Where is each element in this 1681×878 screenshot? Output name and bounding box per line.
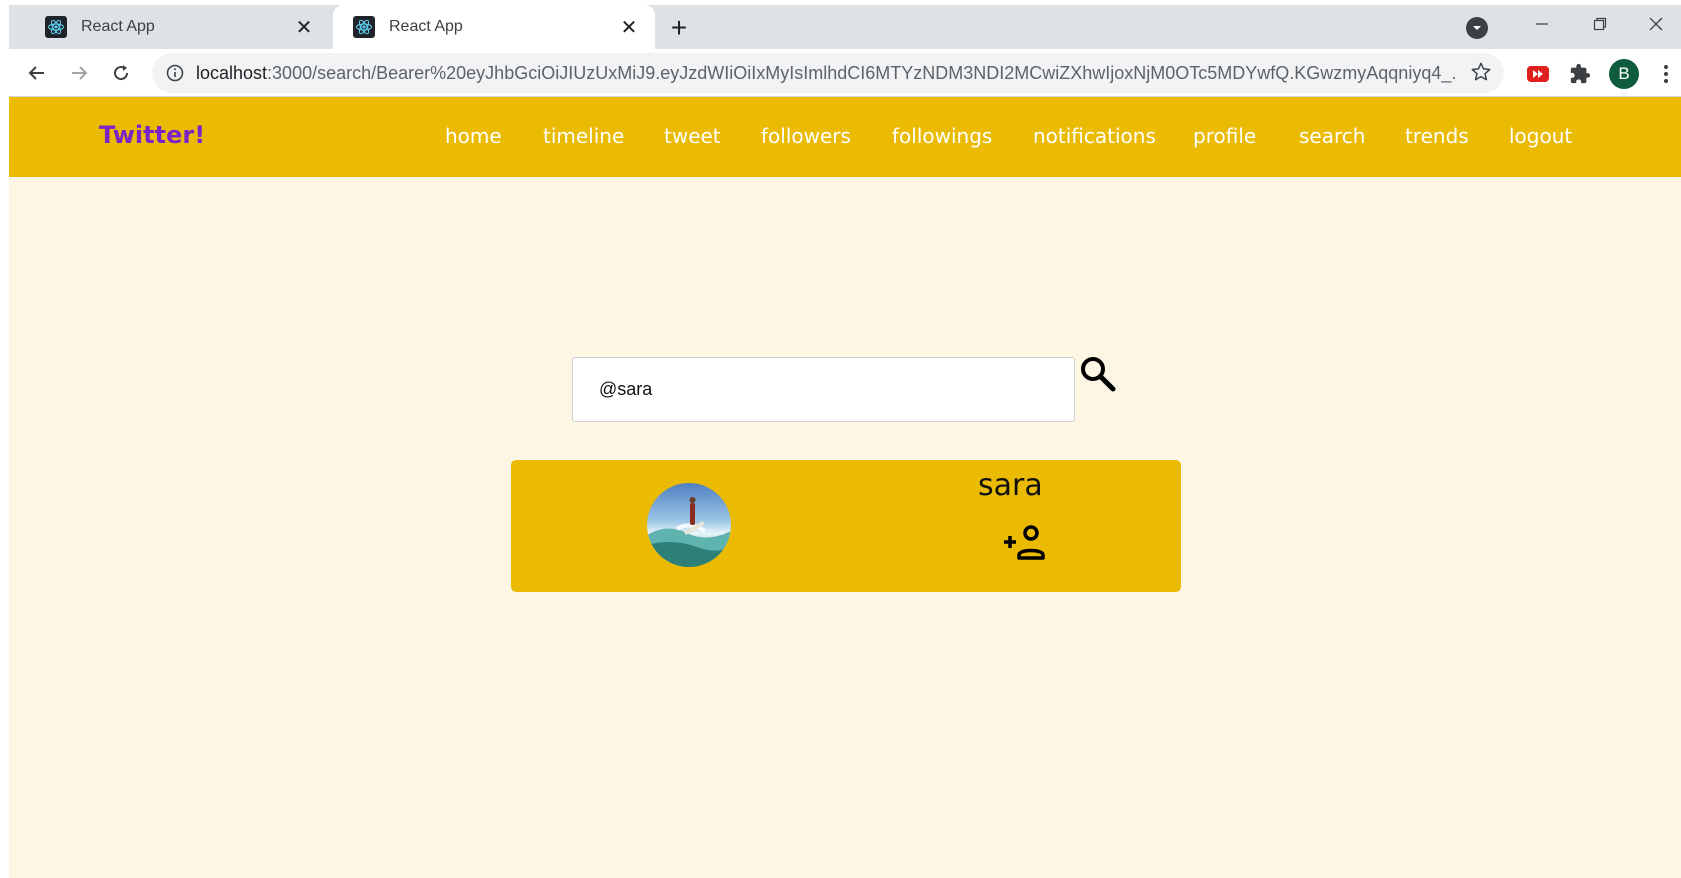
- nav-tweet[interactable]: tweet: [664, 124, 721, 148]
- forward-icon[interactable]: [63, 57, 95, 89]
- avatar[interactable]: [647, 483, 731, 567]
- tab-search-icon[interactable]: [1466, 17, 1488, 39]
- react-icon: [45, 16, 67, 38]
- minimize-icon[interactable]: [1517, 9, 1567, 39]
- url-path: :3000/search/Bearer%20eyJhbGciOiJIUzUxMi…: [267, 62, 1456, 83]
- tab-title: React App: [389, 18, 463, 35]
- nav-notifications[interactable]: notifications: [1033, 124, 1156, 148]
- nav-trends[interactable]: trends: [1405, 124, 1469, 148]
- nav-followers[interactable]: followers: [761, 124, 851, 148]
- tab-close-icon[interactable]: ✕: [615, 13, 643, 41]
- address-bar[interactable]: localhost:3000/search/Bearer%20eyJhbGciO…: [152, 53, 1504, 93]
- nav-links: home timeline tweet followers followings…: [9, 97, 1681, 177]
- tab-react-app-2[interactable]: React App ✕: [333, 5, 655, 49]
- result-username[interactable]: sara: [978, 468, 1043, 503]
- react-icon: [353, 16, 375, 38]
- search-input[interactable]: [573, 358, 1074, 421]
- reload-icon[interactable]: [105, 57, 137, 89]
- tab-title: React App: [81, 18, 155, 35]
- nav-home[interactable]: home: [445, 124, 502, 148]
- browser-toolbar: localhost:3000/search/Bearer%20eyJhbGciO…: [9, 49, 1681, 97]
- browser-menu-icon[interactable]: [1654, 59, 1678, 89]
- search-box: [572, 357, 1075, 422]
- video-extension-icon[interactable]: [1525, 61, 1551, 87]
- profile-avatar-button[interactable]: B: [1609, 59, 1639, 89]
- new-tab-button[interactable]: +: [664, 12, 694, 43]
- tab-close-icon[interactable]: ✕: [290, 13, 318, 41]
- browser-window: React App ✕ React App ✕ + localhost:3000…: [9, 5, 1681, 878]
- close-window-icon[interactable]: [1631, 9, 1681, 39]
- url-host: localhost: [196, 62, 268, 83]
- info-icon[interactable]: [164, 62, 186, 84]
- nav-profile[interactable]: profile: [1193, 124, 1256, 148]
- url-text[interactable]: localhost:3000/search/Bearer%20eyJhbGciO…: [196, 63, 1456, 84]
- bookmark-star-icon[interactable]: [1470, 61, 1494, 85]
- nav-followings[interactable]: followings: [892, 124, 992, 148]
- restore-icon[interactable]: [1575, 9, 1625, 39]
- user-result-card[interactable]: sara: [511, 460, 1181, 592]
- add-person-icon[interactable]: [1002, 524, 1048, 560]
- search-icon[interactable]: [1078, 354, 1118, 394]
- nav-search[interactable]: search: [1299, 124, 1365, 148]
- tab-react-app-1[interactable]: React App ✕: [25, 5, 330, 49]
- back-icon[interactable]: [21, 57, 53, 89]
- nav-timeline[interactable]: timeline: [543, 124, 624, 148]
- tab-strip: React App ✕ React App ✕ +: [9, 5, 1681, 49]
- app-navbar: Twitter! home timeline tweet followers f…: [9, 97, 1681, 177]
- nav-logout[interactable]: logout: [1509, 124, 1572, 148]
- extensions-puzzle-icon[interactable]: [1567, 61, 1593, 87]
